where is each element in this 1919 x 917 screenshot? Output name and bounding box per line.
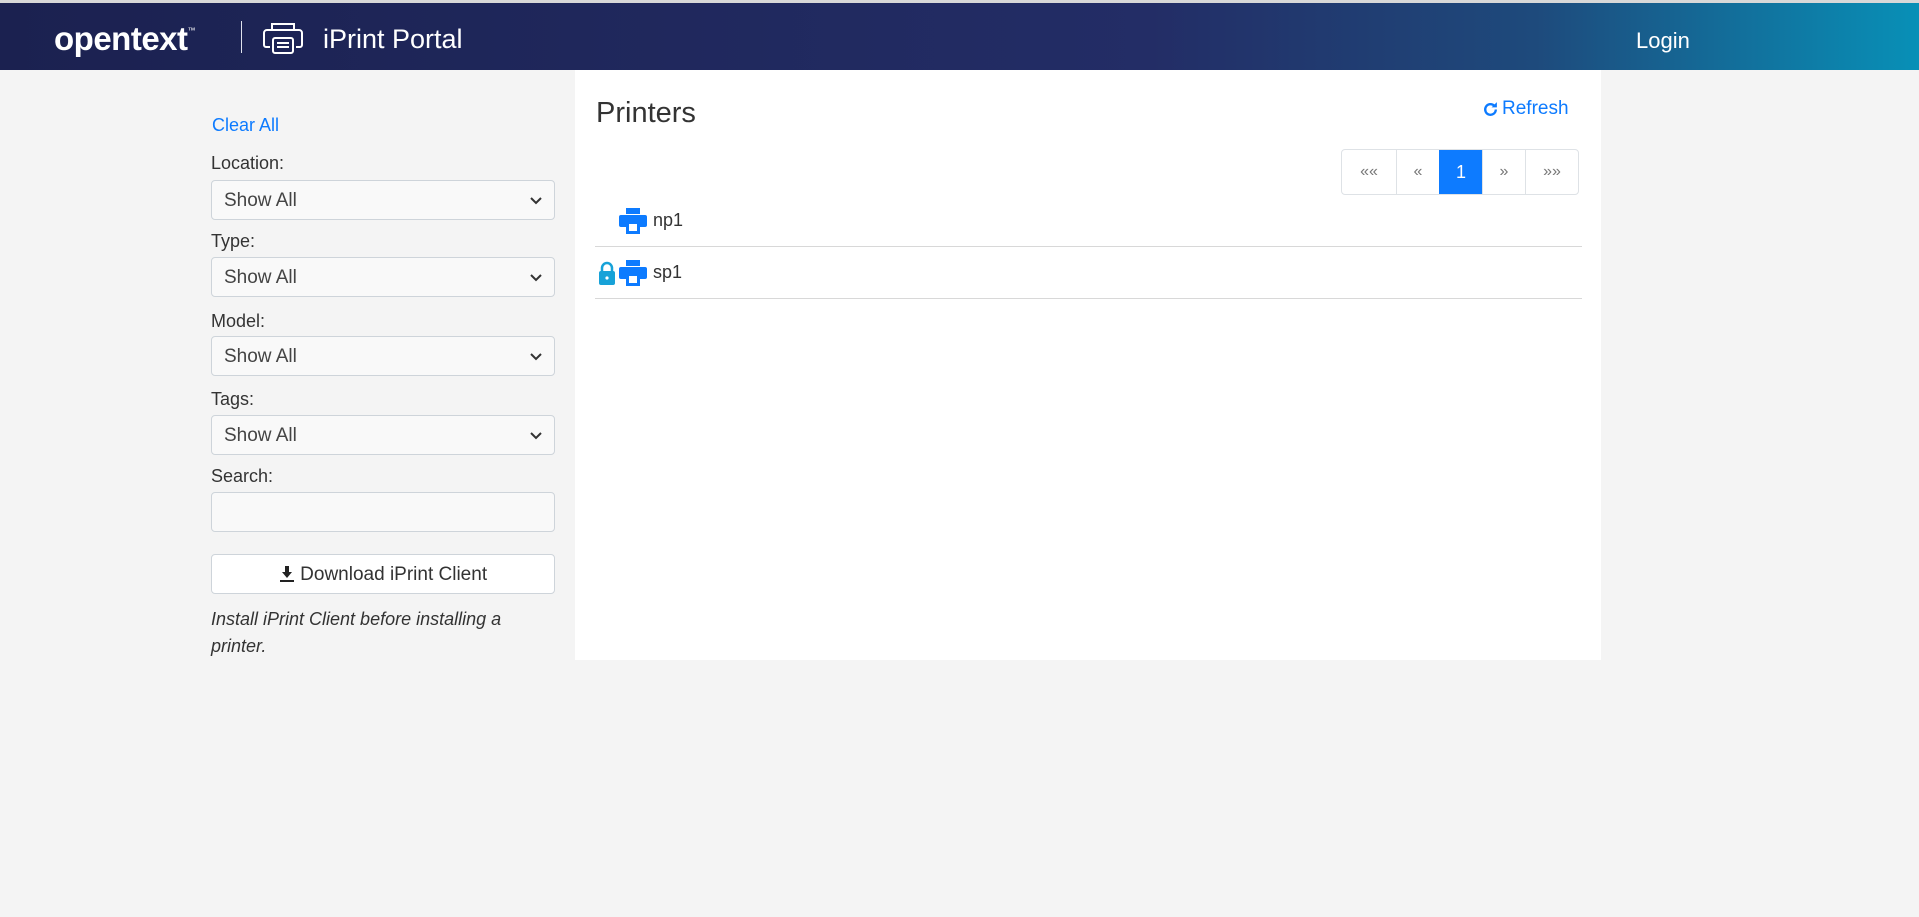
- page-1-button[interactable]: 1: [1439, 150, 1482, 194]
- type-select[interactable]: Show All: [211, 257, 555, 297]
- prev-page-button[interactable]: «: [1396, 150, 1439, 194]
- download-client-button[interactable]: Download iPrint Client: [211, 554, 555, 594]
- printers-panel: Printers Refresh «« « 1 » »» np1 sp1: [575, 70, 1601, 660]
- refresh-icon: [1484, 101, 1497, 116]
- top-header: opentext™ iPrint Portal Login: [0, 0, 1919, 70]
- clear-all-link[interactable]: Clear All: [212, 115, 279, 136]
- location-value: Show All: [224, 190, 297, 211]
- lock-icon: [599, 261, 615, 285]
- last-page-button[interactable]: »»: [1525, 150, 1578, 194]
- page-title: Printers: [596, 97, 696, 129]
- install-note: Install iPrint Client before installing …: [211, 609, 502, 656]
- printer-outline-icon: [263, 23, 303, 54]
- model-select[interactable]: Show All: [211, 336, 555, 376]
- tags-select[interactable]: Show All: [211, 415, 555, 455]
- tags-label: Tags:: [211, 389, 255, 409]
- tags-value: Show All: [224, 425, 297, 446]
- location-label: Location:: [211, 153, 285, 173]
- printer-row[interactable]: sp1: [595, 247, 1582, 299]
- refresh-label: Refresh: [1502, 98, 1569, 119]
- download-icon: [279, 566, 294, 582]
- chevron-down-icon: [530, 432, 542, 440]
- chevron-down-icon: [530, 197, 542, 205]
- printer-name: sp1: [653, 262, 683, 282]
- chevron-down-icon: [530, 353, 542, 361]
- download-label: Download iPrint Client: [300, 564, 488, 585]
- type-value: Show All: [224, 267, 297, 288]
- first-page-button[interactable]: ««: [1342, 150, 1396, 194]
- type-label: Type:: [211, 231, 256, 251]
- printer-icon: [619, 207, 647, 234]
- pagination: «« « 1 » »»: [1341, 149, 1579, 195]
- login-link[interactable]: Login: [1636, 28, 1690, 54]
- header-divider: [241, 21, 242, 53]
- refresh-button[interactable]: Refresh: [1482, 98, 1569, 120]
- next-page-button[interactable]: »: [1482, 150, 1525, 194]
- chevron-down-icon: [530, 274, 542, 282]
- model-value: Show All: [224, 346, 297, 367]
- model-label: Model:: [211, 311, 266, 331]
- app-title: iPrint Portal: [323, 24, 463, 54]
- printer-icon: [619, 259, 647, 286]
- printer-name: np1: [653, 210, 684, 230]
- printer-row[interactable]: np1: [595, 195, 1582, 247]
- location-select[interactable]: Show All: [211, 180, 555, 220]
- search-label: Search:: [211, 466, 274, 486]
- search-input[interactable]: [211, 492, 555, 532]
- opentext-logo: opentext™: [54, 20, 196, 57]
